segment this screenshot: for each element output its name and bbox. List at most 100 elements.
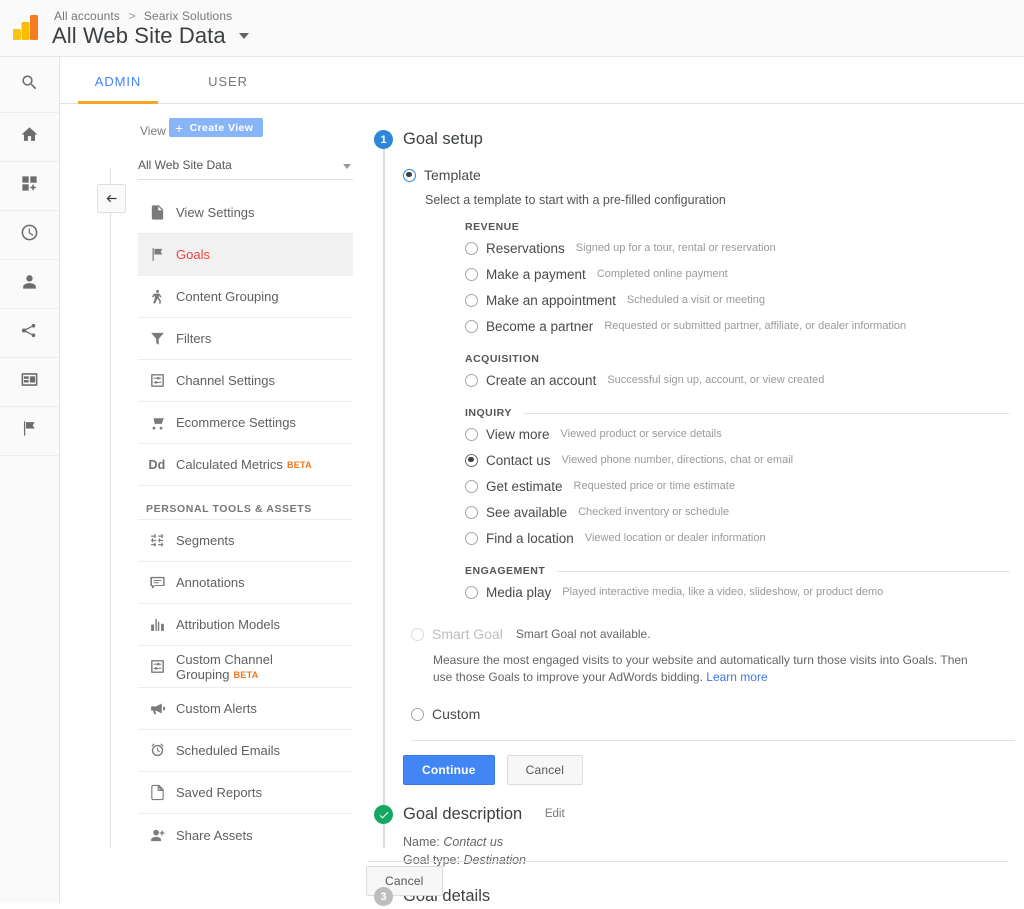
smart-goal-block: Smart Goal Smart Goal not available. Mea… — [411, 621, 971, 686]
smart-goal-label: Smart Goal — [432, 626, 503, 642]
radio-custom[interactable]: Custom — [411, 706, 1008, 722]
breadcrumb-property[interactable]: Searix Solutions — [144, 9, 232, 23]
edit-link[interactable]: Edit — [545, 808, 565, 820]
rail-item-customization[interactable] — [0, 162, 59, 211]
page-title[interactable]: All Web Site Data — [52, 23, 249, 49]
rail-item-search[interactable] — [0, 57, 59, 113]
funnel-icon — [138, 330, 176, 347]
breadcrumb-account[interactable]: All accounts — [54, 9, 120, 23]
template-option-view-more[interactable]: View more Viewed product or service deta… — [465, 421, 1010, 447]
chevron-down-icon[interactable] — [238, 33, 249, 39]
template-option-become-a-partner[interactable]: Become a partner Requested or submitted … — [465, 313, 1010, 339]
segments-icon — [138, 532, 176, 549]
menu-item-calculated-metrics[interactable]: Dd Calculated Metrics BETA — [138, 444, 353, 486]
menu-item-content-grouping[interactable]: Content Grouping — [138, 276, 353, 318]
channel-settings-icon — [138, 372, 176, 389]
menu-item-saved-reports[interactable]: Saved Reports — [138, 772, 353, 814]
menu-item-label: Channel Settings — [176, 373, 276, 388]
menu-item-segments[interactable]: Segments — [138, 520, 353, 562]
step-complete-check-icon — [374, 805, 393, 824]
step-connector-line — [383, 148, 385, 848]
template-option-see-available[interactable]: See available Checked inventory or sched… — [465, 499, 1010, 525]
step-title: Goal details — [403, 887, 491, 905]
conversions-flag-icon — [20, 419, 39, 443]
rail-item-conversions[interactable] — [0, 407, 59, 456]
search-icon — [20, 73, 39, 97]
customization-icon — [20, 174, 39, 198]
behavior-window-icon — [20, 370, 39, 394]
menu-item-annotations[interactable]: Annotations — [138, 562, 353, 604]
menu-item-attribution-models[interactable]: Attribution Models — [138, 604, 353, 646]
create-view-button[interactable]: + Create View — [169, 118, 264, 137]
view-selector-dropdown[interactable]: All Web Site Data — [138, 154, 353, 180]
continue-button[interactable]: Continue — [403, 755, 495, 785]
step-number-badge: 3 — [374, 887, 393, 906]
goal-name-value: Contact us — [443, 835, 504, 849]
left-icon-rail — [0, 57, 60, 903]
menu-item-custom-channel-grouping[interactable]: Custom Channel Grouping BETA — [138, 646, 353, 688]
radio-indicator — [465, 373, 478, 387]
template-option-find-a-location[interactable]: Find a location Viewed location or deale… — [465, 525, 1010, 551]
menu-item-share-assets[interactable]: Share Assets — [138, 814, 353, 856]
menu-item-channel-settings[interactable]: Channel Settings — [138, 360, 353, 402]
learn-more-link[interactable]: Learn more — [706, 670, 767, 684]
back-arrow-icon[interactable] — [97, 184, 126, 213]
person-add-icon — [138, 827, 176, 844]
template-option-get-estimate[interactable]: Get estimate Requested price or time est… — [465, 473, 1010, 499]
menu-item-label: Content Grouping — [176, 289, 279, 304]
menu-item-goals[interactable]: Goals — [138, 234, 353, 276]
beta-badge: BETA — [286, 460, 312, 470]
radio-indicator — [465, 293, 478, 307]
category-header-inquiry: INQUIRY — [465, 407, 1010, 419]
personal-tools-section-header: PERSONAL TOOLS & ASSETS — [138, 486, 353, 520]
breadcrumb-separator: > — [128, 9, 136, 23]
menu-item-view-settings[interactable]: View Settings — [138, 192, 353, 234]
page-icon — [138, 784, 176, 801]
step-goal-description: Goal description Edit Name: Contact us G… — [368, 801, 1008, 869]
radio-template[interactable]: Template — [403, 162, 1008, 188]
menu-item-scheduled-emails[interactable]: Scheduled Emails — [138, 730, 353, 772]
goal-type-row: Goal type: Destination — [403, 851, 1008, 869]
menu-item-ecommerce-settings[interactable]: Ecommerce Settings — [138, 402, 353, 444]
template-option-contact-us[interactable]: Contact us Viewed phone number, directio… — [465, 447, 1010, 473]
menu-item-filters[interactable]: Filters — [138, 318, 353, 360]
radio-custom-label: Custom — [432, 706, 481, 722]
radio-indicator — [465, 319, 478, 333]
goal-setup-body: Template Select a template to start with… — [403, 152, 1015, 741]
breadcrumb[interactable]: All accounts > Searix Solutions — [54, 9, 232, 23]
menu-item-label: Attribution Models — [176, 617, 281, 632]
template-option-media-play[interactable]: Media play Played interactive media, lik… — [465, 579, 1010, 605]
footer-divider — [368, 861, 1008, 862]
top-header-bar: All accounts > Searix Solutions All Web … — [0, 0, 1024, 57]
radio-smart-goal: Smart Goal Smart Goal not available. — [411, 621, 971, 647]
template-option-make-a-payment[interactable]: Make a payment Completed online payment — [465, 261, 1010, 287]
bar-chart-icon — [138, 616, 176, 633]
template-option-reservations[interactable]: Reservations Signed up for a tour, renta… — [465, 235, 1010, 261]
step-goal-details: 3 Goal details — [368, 883, 1008, 909]
home-icon — [20, 125, 39, 149]
smart-goal-availability: Smart Goal not available. — [515, 627, 651, 641]
flag-icon — [138, 246, 176, 263]
goal-wizard-pane: 1 Goal setup Template Select a template … — [368, 126, 1015, 909]
radio-indicator — [465, 531, 478, 545]
goal-description-summary: Name: Contact us Goal type: Destination — [403, 827, 1008, 869]
rail-item-home[interactable] — [0, 113, 59, 162]
rail-item-audience[interactable] — [0, 260, 59, 309]
template-option-create-an-account[interactable]: Create an account Successful sign up, ac… — [465, 367, 1010, 393]
tab-admin[interactable]: ADMIN — [78, 57, 158, 104]
column-connector-line — [110, 168, 111, 848]
tab-user[interactable]: USER — [198, 57, 258, 104]
rail-item-acquisition[interactable] — [0, 309, 59, 358]
acquisition-share-icon — [20, 321, 39, 345]
rail-item-realtime[interactable] — [0, 211, 59, 260]
rail-item-behavior[interactable] — [0, 358, 59, 407]
cancel-button[interactable]: Cancel — [506, 755, 584, 785]
menu-item-custom-alerts[interactable]: Custom Alerts — [138, 688, 353, 730]
admin-user-tabs: ADMIN USER — [60, 57, 1024, 104]
menu-item-label: Segments — [176, 533, 235, 548]
shopping-cart-icon — [138, 414, 176, 431]
view-menu-list: View Settings Goals Content Grouping Fil… — [138, 192, 353, 856]
template-option-make-an-appointment[interactable]: Make an appointment Scheduled a visit or… — [465, 287, 1010, 313]
view-column-label: View — [140, 124, 166, 138]
step-number-badge: 1 — [374, 130, 393, 149]
